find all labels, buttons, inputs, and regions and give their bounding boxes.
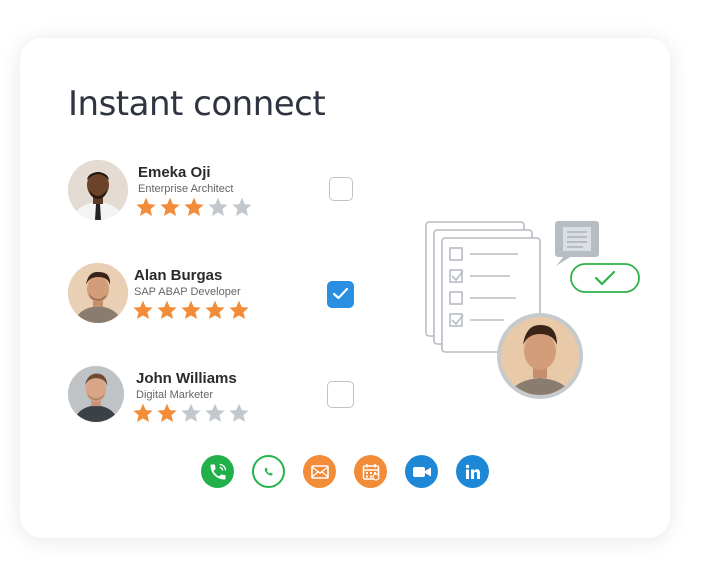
candidate-row: Emeka Oji Enterprise Architect	[68, 160, 368, 224]
star-filled-icon	[133, 300, 153, 319]
star-filled-icon	[133, 403, 153, 422]
checkmark-icon	[332, 287, 349, 300]
select-checkbox-john-williams[interactable]	[327, 381, 354, 408]
card-title: Instant connect	[68, 84, 326, 124]
candidate-row: Alan Burgas SAP ABAP Developer	[68, 263, 368, 327]
candidate-avatar	[68, 263, 128, 323]
rating-stars	[135, 196, 253, 218]
candidate-role: Digital Marketer	[136, 389, 214, 401]
instant-connect-card: Instant connect Emeka Oji Enterprise Arc…	[20, 38, 670, 538]
star-filled-icon	[229, 300, 249, 319]
star-filled-icon	[136, 197, 156, 216]
candidate-role: Enterprise Architect	[138, 183, 234, 195]
phone-icon[interactable]	[201, 455, 234, 488]
candidate-avatar	[68, 160, 128, 220]
candidate-role: SAP ABAP Developer	[134, 286, 241, 298]
star-filled-icon	[157, 403, 177, 422]
star-empty-icon	[181, 403, 201, 422]
star-filled-icon	[181, 300, 201, 319]
calendar-icon[interactable]	[354, 455, 387, 488]
star-empty-icon	[232, 197, 252, 216]
shortlist-illustration	[425, 221, 640, 399]
candidate-name: John Williams	[136, 370, 237, 387]
candidate-name: Alan Burgas	[134, 267, 223, 284]
linkedin-icon[interactable]	[456, 455, 489, 488]
star-empty-icon	[208, 197, 228, 216]
chat-bubble-icon	[555, 221, 599, 266]
star-filled-icon	[160, 197, 180, 216]
star-empty-icon	[205, 403, 225, 422]
video-call-icon[interactable]	[405, 455, 438, 488]
contact-options	[201, 455, 489, 488]
candidate-row: John Williams Digital Marketer	[68, 366, 368, 430]
candidate-avatar	[68, 366, 124, 422]
star-empty-icon	[229, 403, 249, 422]
approved-check-icon	[570, 263, 640, 293]
star-filled-icon	[184, 197, 204, 216]
star-filled-icon	[157, 300, 177, 319]
rating-stars	[132, 402, 250, 424]
star-filled-icon	[205, 300, 225, 319]
whatsapp-icon[interactable]	[252, 455, 285, 488]
selected-candidate-photo	[497, 313, 583, 399]
email-icon[interactable]	[303, 455, 336, 488]
select-checkbox-alan-burgas[interactable]	[327, 281, 354, 308]
candidate-name: Emeka Oji	[138, 164, 211, 181]
rating-stars	[132, 299, 250, 321]
select-checkbox-emeka-oji[interactable]	[329, 177, 353, 201]
